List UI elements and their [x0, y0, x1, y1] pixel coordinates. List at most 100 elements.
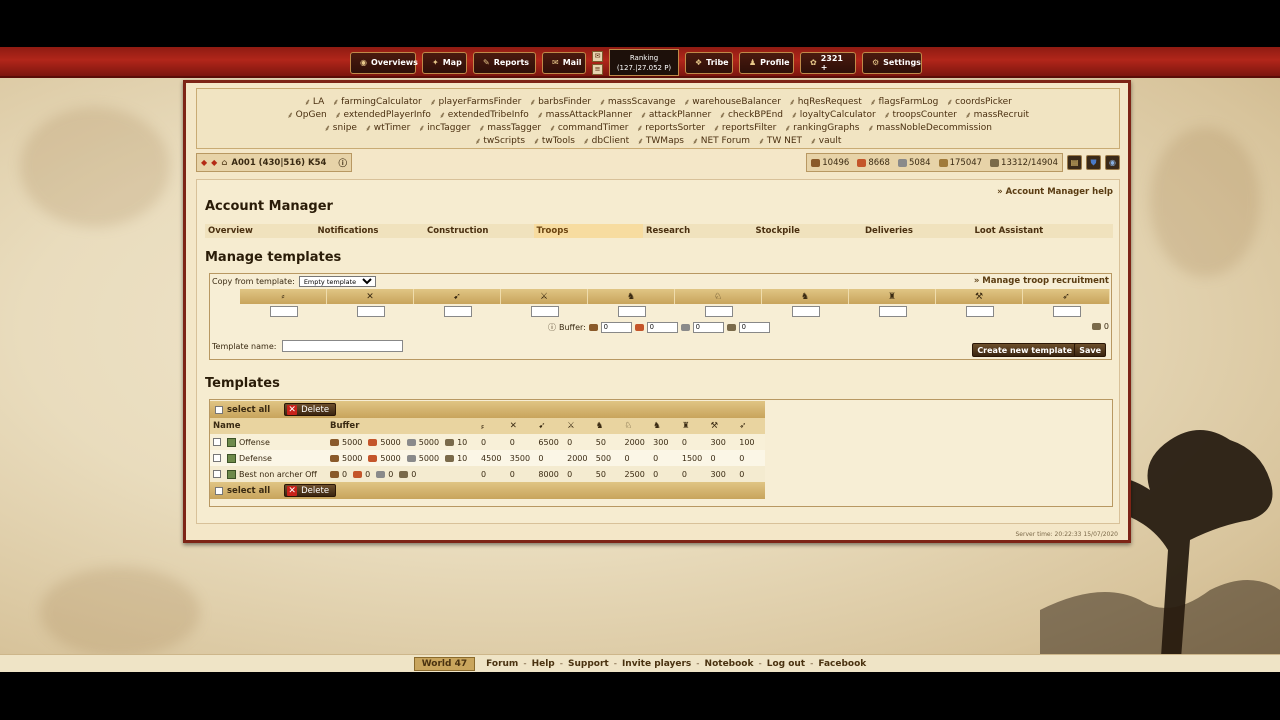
- edit-template-icon[interactable]: [227, 437, 236, 447]
- defense-shield-icon[interactable]: ⛊: [1086, 155, 1101, 170]
- quickbar-link[interactable]: ⸙ commandTimer: [549, 121, 628, 135]
- edit-template-icon[interactable]: [227, 469, 236, 479]
- next-village-arrow-icon[interactable]: ◆: [211, 158, 217, 167]
- quickbar-link[interactable]: ⸙ attackPlanner: [640, 108, 711, 122]
- template-checkbox[interactable]: [213, 470, 221, 478]
- quickbar-link[interactable]: ⸙ TW NET: [758, 134, 802, 148]
- delete-button[interactable]: ✕ Delete: [284, 403, 337, 416]
- tab-notifications[interactable]: Notifications: [315, 224, 425, 238]
- footer-link[interactable]: Notebook: [705, 659, 754, 669]
- buffer-wood-input[interactable]: [600, 322, 632, 333]
- quickbar-link[interactable]: ⸙ OpGen: [287, 108, 327, 122]
- footer-link[interactable]: Forum: [486, 659, 518, 669]
- quickbar-link[interactable]: ⸙ extendedTribeInfo: [439, 108, 529, 122]
- premium-points-button[interactable]: ✿ 2321 +: [800, 51, 856, 74]
- template-name[interactable]: Offense: [239, 438, 270, 447]
- template-name[interactable]: Defense: [239, 454, 272, 463]
- mail-button[interactable]: ✉ Mail: [542, 51, 586, 74]
- ranking-button[interactable]: Ranking (127.|27.052 P): [609, 49, 679, 76]
- inventory-icon[interactable]: ▤: [1067, 155, 1082, 170]
- tab-research[interactable]: Research: [643, 224, 753, 238]
- quickbar-link[interactable]: ⸙ twTools: [533, 134, 575, 148]
- quickbar-link[interactable]: ⸙ LA: [304, 95, 324, 109]
- quickbar-link[interactable]: ⸙ wtTimer: [365, 121, 410, 135]
- footer-link[interactable]: Facebook: [818, 659, 866, 669]
- tribe-button[interactable]: ❖ Tribe: [685, 51, 733, 74]
- tab-construction[interactable]: Construction: [424, 224, 534, 238]
- quickbar-link[interactable]: ⸙ massRecruit: [965, 108, 1029, 122]
- unit-count-input[interactable]: [443, 306, 472, 317]
- quickbar-link[interactable]: ⸙ rankingGraphs: [784, 121, 859, 135]
- quickbar-link[interactable]: ⸙ massAttackPlanner: [537, 108, 632, 122]
- select-all-checkbox[interactable]: [215, 405, 223, 414]
- unit-count-input[interactable]: [269, 306, 298, 317]
- template-name[interactable]: Best non archer Off: [239, 470, 317, 479]
- tab-loot-assistant[interactable]: Loot Assistant: [972, 224, 1082, 238]
- footer-link[interactable]: Support: [568, 659, 609, 669]
- template-checkbox[interactable]: [213, 454, 221, 462]
- template-name-input[interactable]: [282, 340, 404, 352]
- profile-button[interactable]: ♟ Profile: [739, 51, 794, 74]
- quickbar-link[interactable]: ⸙ extendedPlayerInfo: [335, 108, 431, 122]
- footer-link[interactable]: Help: [532, 659, 555, 669]
- select-all-checkbox[interactable]: [215, 486, 223, 495]
- unit-count-input[interactable]: [1052, 306, 1081, 317]
- map-button[interactable]: ✦ Map: [422, 51, 467, 74]
- quickbar-link[interactable]: ⸙ flagsFarmLog: [870, 95, 939, 109]
- quickbar-link[interactable]: ⸙ warehouseBalancer: [684, 95, 781, 109]
- village-info-icon[interactable]: ⓘ: [338, 157, 347, 169]
- tab-stockpile[interactable]: Stockpile: [753, 224, 863, 238]
- template-checkbox[interactable]: [213, 438, 221, 446]
- quickbar-link[interactable]: ⸙ twScripts: [475, 134, 525, 148]
- tab-overview[interactable]: Overview: [205, 224, 315, 238]
- unit-count-input[interactable]: [356, 306, 385, 317]
- unit-count-input[interactable]: [965, 306, 994, 317]
- quickbar-link[interactable]: ⸙ massScavange: [599, 95, 675, 109]
- overviews-button[interactable]: ◉ Overviews: [350, 51, 418, 74]
- world-globe-icon[interactable]: ◉: [1105, 155, 1120, 170]
- buffer-clay-input[interactable]: [646, 322, 678, 333]
- delete-button[interactable]: ✕ Delete: [284, 484, 337, 497]
- copy-from-template-select[interactable]: Empty template: [298, 276, 376, 287]
- new-mail-icon[interactable]: ✉: [592, 50, 603, 62]
- quickbar-link[interactable]: ⸙ vault: [810, 134, 841, 148]
- quickbar-link[interactable]: ⸙ troopsCounter: [884, 108, 957, 122]
- quickbar-link[interactable]: ⸙ TWMaps: [637, 134, 684, 148]
- quickbar-link[interactable]: ⸙ snipe: [324, 121, 357, 135]
- quickbar-link[interactable]: ⸙ NET Forum: [692, 134, 750, 148]
- unit-count-input[interactable]: [704, 306, 733, 317]
- save-button[interactable]: Save: [1074, 343, 1106, 357]
- previous-village-arrow-icon[interactable]: ◆: [201, 158, 207, 167]
- quickbar-link[interactable]: ⸙ checkBPEnd: [719, 108, 783, 122]
- settings-button[interactable]: ⚙ Settings: [862, 51, 922, 74]
- buffer-population-input[interactable]: [738, 322, 770, 333]
- create-new-template-button[interactable]: Create new template: [972, 343, 1077, 357]
- unit-count-input[interactable]: [530, 306, 559, 317]
- quickbar-link[interactable]: ⸙ dbClient: [583, 134, 629, 148]
- quickbar-link[interactable]: ⸙ barbsFinder: [529, 95, 591, 109]
- footer-link[interactable]: Invite players: [622, 659, 691, 669]
- footer-link[interactable]: Log out: [767, 659, 805, 669]
- quickbar-link[interactable]: ⸙ massNobleDecommission: [868, 121, 992, 135]
- quickbar-link[interactable]: ⸙ coordsPicker: [946, 95, 1011, 109]
- quickbar-link[interactable]: ⸙ reportsFilter: [713, 121, 776, 135]
- tab-troops[interactable]: Troops: [533, 224, 643, 238]
- quickbar-link[interactable]: ⸙ massTagger: [478, 121, 541, 135]
- quickbar-link[interactable]: ⸙ reportsSorter: [637, 121, 706, 135]
- quickbar-link[interactable]: ⸙ farmingCalculator: [332, 95, 421, 109]
- manage-troop-recruitment-link[interactable]: » Manage troop recruitment: [974, 276, 1109, 286]
- quickbar-link[interactable]: ⸙ playerFarmsFinder: [430, 95, 522, 109]
- unit-count-input[interactable]: [878, 306, 907, 317]
- reports-button[interactable]: ✎ Reports: [473, 51, 536, 74]
- report-quick-icon[interactable]: ≡: [592, 63, 603, 75]
- village-name[interactable]: A001 (430|516) K54: [231, 158, 326, 168]
- tab-deliveries[interactable]: Deliveries: [862, 224, 972, 238]
- edit-template-icon[interactable]: [227, 453, 236, 463]
- quickbar-link[interactable]: ⸙ loyaltyCalculator: [791, 108, 876, 122]
- unit-count-input[interactable]: [791, 306, 820, 317]
- quickbar-link[interactable]: ⸙ incTagger: [418, 121, 470, 135]
- account-manager-help-link[interactable]: » Account Manager help: [997, 187, 1113, 197]
- buffer-iron-input[interactable]: [692, 322, 724, 333]
- quickbar-link[interactable]: ⸙ hqResRequest: [789, 95, 862, 109]
- unit-count-input[interactable]: [617, 306, 646, 317]
